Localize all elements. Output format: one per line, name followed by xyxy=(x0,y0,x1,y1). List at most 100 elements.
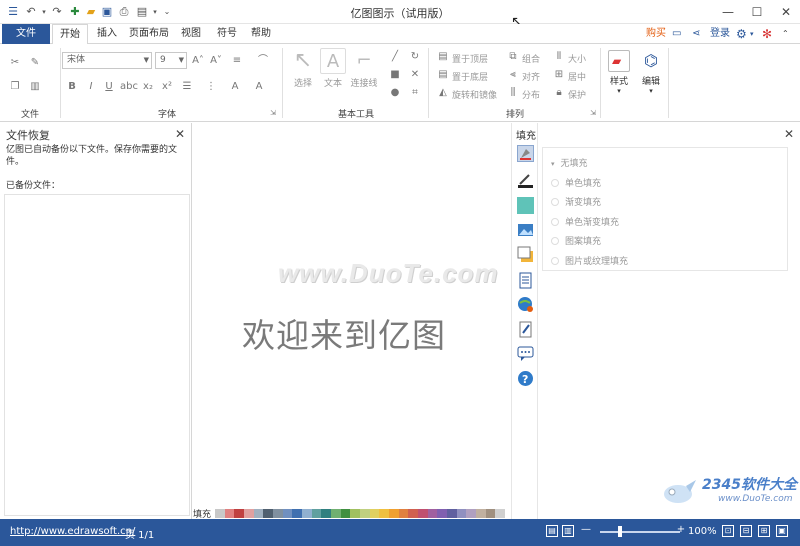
italic-icon[interactable]: I xyxy=(84,80,98,94)
page-view-icon[interactable]: ▤ xyxy=(546,525,558,537)
font-size-combo[interactable]: 9 ▼ xyxy=(155,52,187,69)
undo-dropdown-icon[interactable]: ▾ xyxy=(37,5,51,19)
color-swatch[interactable] xyxy=(495,509,506,518)
color-swatch[interactable] xyxy=(485,509,496,518)
close-button[interactable]: ✕ xyxy=(774,3,798,21)
color-swatch[interactable] xyxy=(234,509,245,518)
ellipse-tool-icon[interactable]: ● xyxy=(388,86,402,100)
fill-option-picture[interactable]: 图片或纹理填充 xyxy=(551,254,628,267)
open-file-icon[interactable]: ▰ xyxy=(84,5,98,19)
subscript-icon[interactable]: x₂ xyxy=(141,80,155,94)
rectangle-tool-icon[interactable]: ■ xyxy=(388,68,402,82)
shadow-icon[interactable] xyxy=(517,197,534,214)
color-swatch[interactable] xyxy=(215,509,225,518)
superscript-icon[interactable]: x² xyxy=(160,80,174,94)
zoom-out-icon[interactable]: — xyxy=(580,525,592,537)
color-swatch[interactable] xyxy=(224,509,235,518)
color-swatch[interactable] xyxy=(321,509,332,518)
color-swatch[interactable] xyxy=(456,509,467,518)
cross-tool-icon[interactable]: ✕ xyxy=(408,68,422,82)
website-link[interactable]: http://www.edrawsoft.cn/ xyxy=(10,526,135,537)
presentation-icon[interactable]: ▣ xyxy=(776,525,788,537)
help-icon[interactable]: ? xyxy=(517,370,534,387)
cut-icon[interactable]: ✂ xyxy=(8,56,22,70)
color-swatch[interactable] xyxy=(418,509,428,518)
settings-gear-icon[interactable]: ⚙ xyxy=(736,27,747,41)
numbered-list-icon[interactable]: ⋮ xyxy=(204,80,218,94)
fill-option-none[interactable]: ▾ 无填充 xyxy=(551,156,588,169)
share-icon[interactable]: ⋖ xyxy=(692,27,700,41)
underline-icon[interactable]: U xyxy=(102,80,116,94)
paste-icon[interactable]: ▥ xyxy=(28,80,42,94)
fullscreen-icon[interactable]: ⊞ xyxy=(758,525,770,537)
bring-front-button[interactable]: 置于顶层 xyxy=(452,52,488,65)
zoom-in-icon[interactable]: + xyxy=(675,525,687,537)
text-highlight-icon[interactable]: A xyxy=(252,80,266,94)
edit-button[interactable]: ⌬ 编辑 ▾ xyxy=(636,50,666,95)
fit-width-icon[interactable]: ⊟ xyxy=(740,525,752,537)
font-name-combo[interactable]: 宋体 ▼ xyxy=(62,52,152,69)
color-swatch[interactable] xyxy=(244,509,254,518)
center-button[interactable]: 居中 xyxy=(568,70,586,83)
color-swatch[interactable] xyxy=(340,509,351,518)
color-swatch[interactable] xyxy=(437,509,448,518)
buy-link[interactable]: 购买 xyxy=(646,27,666,41)
style-button[interactable]: ▰ 样式 ▾ xyxy=(604,50,634,95)
line-spacing-icon[interactable]: ⌒ xyxy=(256,54,270,68)
comment-icon[interactable] xyxy=(517,345,534,362)
color-swatch[interactable] xyxy=(369,509,380,518)
fill-option-gradient[interactable]: 渐变填充 xyxy=(551,195,601,208)
drawing-canvas[interactable]: www.DuoTe.com 欢迎来到亿图 xyxy=(193,123,511,507)
customize-quick-access-icon[interactable]: ⌄ xyxy=(160,5,174,19)
fill-option-solid[interactable]: 单色填充 xyxy=(551,176,601,189)
redo-icon[interactable]: ↷ xyxy=(50,5,64,19)
zoom-slider-handle[interactable] xyxy=(618,526,622,537)
copy-icon[interactable]: ❐ xyxy=(8,80,22,94)
rotate-tool-icon[interactable]: ↻ xyxy=(408,50,422,64)
theme-icon[interactable]: ✻ xyxy=(762,27,772,41)
bullet-list-icon[interactable]: ☰ xyxy=(180,80,194,94)
export-icon[interactable]: ▤ xyxy=(135,5,149,19)
fill-tool-icon[interactable] xyxy=(517,145,534,162)
protect-button[interactable]: 保护 xyxy=(568,88,586,101)
tab-symbols[interactable]: 符号 xyxy=(212,24,242,44)
color-swatch[interactable] xyxy=(263,509,274,518)
rotate-mirror-button[interactable]: 旋转和镜像 xyxy=(452,88,497,101)
crop-tool-icon[interactable]: ⌗ xyxy=(408,86,422,100)
color-swatch[interactable] xyxy=(350,509,361,518)
select-tool-button[interactable]: ↖ 选择 xyxy=(288,48,318,89)
group-button[interactable]: 组合 xyxy=(522,52,540,65)
tab-file[interactable]: 文件 xyxy=(2,24,50,44)
tab-page-layout[interactable]: 页面布局 xyxy=(126,24,172,44)
align-text-icon[interactable]: ≡ xyxy=(230,54,244,68)
color-swatch[interactable] xyxy=(398,509,409,518)
fill-option-mono-gradient[interactable]: 单色渐变填充 xyxy=(551,215,619,228)
color-swatch[interactable] xyxy=(408,509,419,518)
fill-option-pattern[interactable]: 图案填充 xyxy=(551,234,601,247)
zoom-slider-track[interactable] xyxy=(600,531,680,533)
color-swatch[interactable] xyxy=(282,509,293,518)
hyperlink-globe-icon[interactable] xyxy=(517,296,534,313)
login-link[interactable]: 登录 xyxy=(710,27,730,41)
collapse-ribbon-icon[interactable]: ⌃ xyxy=(782,27,789,41)
grow-font-icon[interactable]: A˄ xyxy=(191,54,205,68)
strikethrough-icon[interactable]: abc xyxy=(120,80,138,94)
color-swatch[interactable] xyxy=(273,509,283,518)
undo-icon[interactable]: ↶ xyxy=(24,5,38,19)
send-back-button[interactable]: 置于底层 xyxy=(452,70,488,83)
color-swatch[interactable] xyxy=(466,509,477,518)
minimize-button[interactable]: — xyxy=(716,3,740,21)
text-color-icon[interactable]: A xyxy=(228,80,242,94)
size-button[interactable]: 大小 xyxy=(568,52,586,65)
color-swatch[interactable] xyxy=(427,509,438,518)
color-swatch[interactable] xyxy=(360,509,370,518)
app-menu-icon[interactable]: ☰ xyxy=(6,5,20,19)
tab-insert[interactable]: 插入 xyxy=(92,24,122,44)
color-swatch[interactable] xyxy=(379,509,390,518)
maximize-button[interactable]: ☐ xyxy=(745,3,769,21)
bold-icon[interactable]: B xyxy=(65,80,79,94)
save-icon[interactable]: ▣ xyxy=(100,5,114,19)
distribute-button[interactable]: 分布 xyxy=(522,88,540,101)
color-swatch[interactable] xyxy=(447,509,457,518)
color-swatch[interactable] xyxy=(253,509,264,518)
